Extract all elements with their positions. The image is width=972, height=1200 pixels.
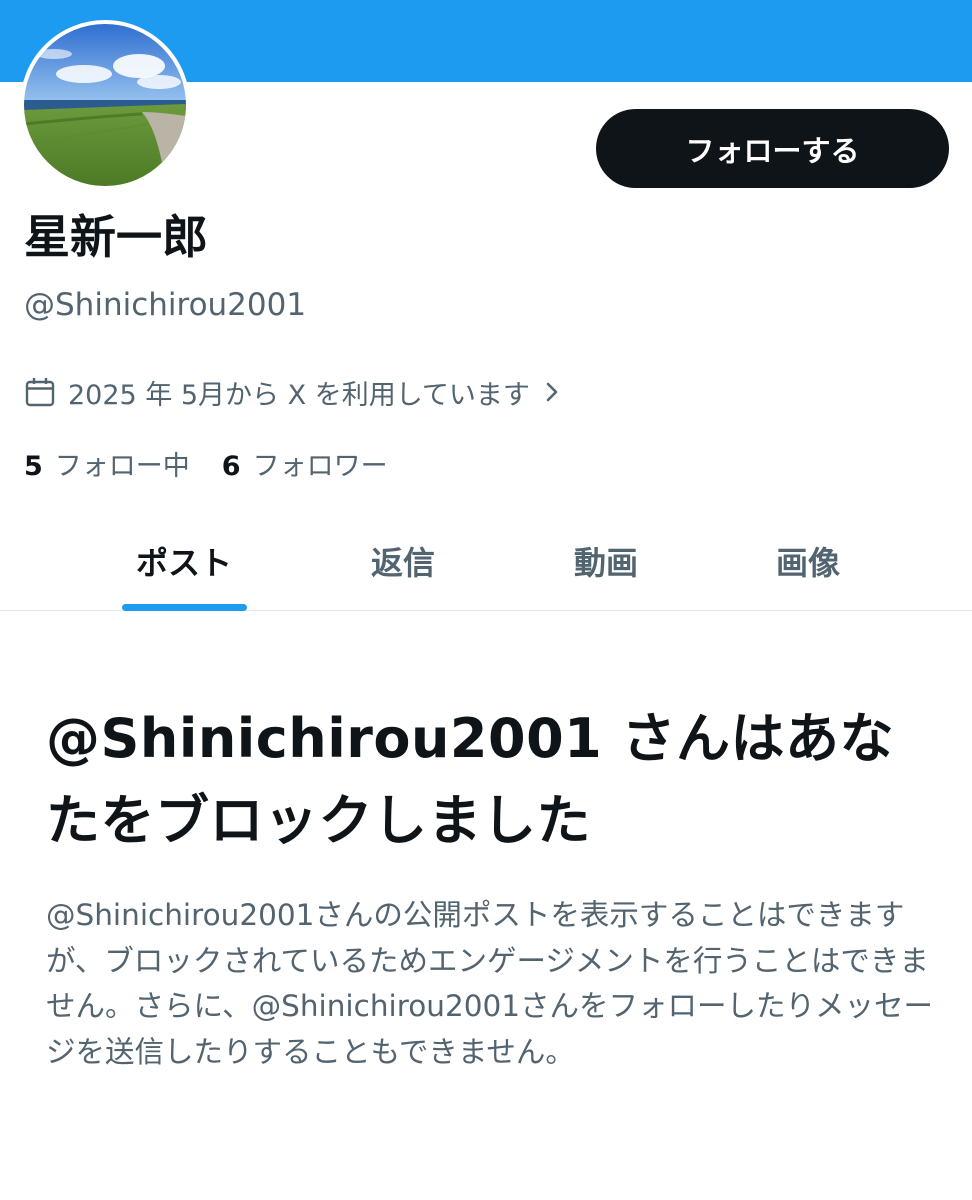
profile-handle: @Shinichirou2001 [24,287,307,323]
joined-date-text: 2025 年 5月から X を利用しています [68,379,530,411]
followers-label: フォロワー [252,451,388,482]
blocked-notice-title: @Shinichirou2001 さんはあなたをブロックしました [46,707,895,852]
follow-button[interactable]: フォローする [596,109,949,188]
blocked-notice-body: @Shinichirou2001さんの公開ポストを表示することはできますが、ブロ… [46,898,934,1069]
following-label: フォロー中 [54,451,190,482]
followers-count: 6 [221,451,241,482]
tab-images[interactable]: 画像 [708,512,908,610]
calendar-icon [24,376,56,408]
active-tab-indicator [122,604,247,611]
profile-tabs: ポスト 返信 動画 画像 [0,512,972,611]
avatar[interactable] [20,20,190,190]
following-count: 5 [24,451,43,482]
followers-stat[interactable]: 6 フォロワー [222,444,388,483]
avatar-landscape-image [24,24,186,186]
chevron-right-icon [544,379,560,405]
display-name: 星新一郎 [24,210,208,264]
follow-stats: 5 フォロー中 6 フォロワー [24,444,420,483]
tab-videos[interactable]: 動画 [506,512,706,610]
tab-replies[interactable]: 返信 [303,512,503,610]
tab-posts[interactable]: ポスト [84,512,284,610]
following-stat[interactable]: 5 フォロー中 [24,444,190,483]
joined-date-row[interactable]: 2025 年 5月から X を利用しています [24,372,560,412]
